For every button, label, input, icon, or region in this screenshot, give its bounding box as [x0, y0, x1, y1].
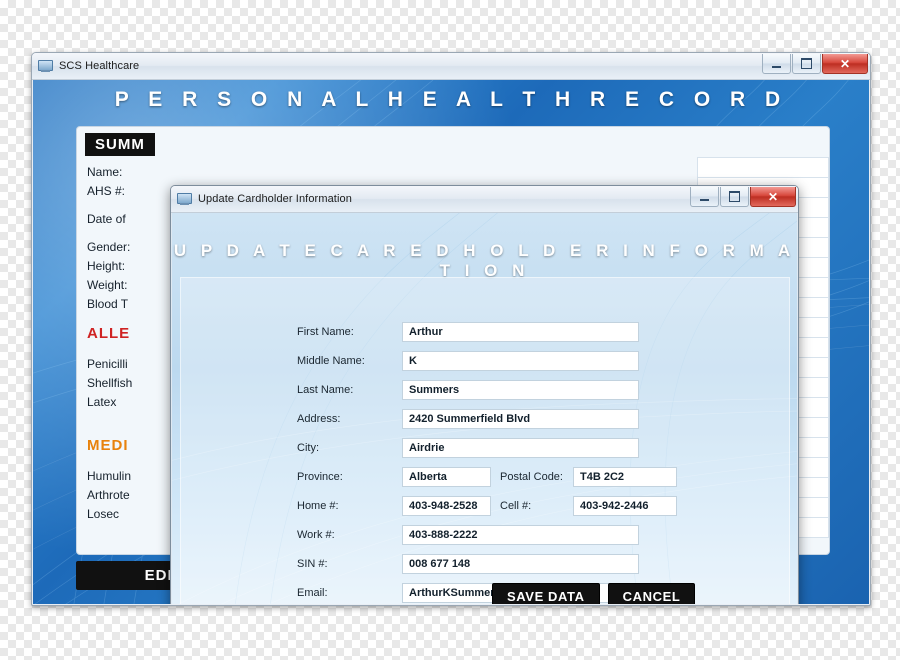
summary-field-name: Name: — [87, 165, 123, 179]
maximize-icon[interactable] — [720, 187, 749, 207]
cell-number-label: Cell #: — [500, 500, 532, 512]
dialog-action-bar: SAVE DATA CANCEL — [492, 583, 696, 604]
last-name-field[interactable]: Summers — [402, 380, 639, 400]
close-icon[interactable]: ✕ — [822, 54, 868, 74]
summary-field-gender: Gender: — [87, 240, 131, 254]
minimize-icon[interactable] — [762, 54, 791, 74]
section-header-summary: SUMM — [85, 133, 155, 156]
dialog-form-panel: First Name: Arthur Middle Name: K Last N… — [180, 277, 790, 604]
maximize-icon[interactable] — [792, 54, 821, 74]
main-application-window: SCS Healthcare ✕ P E R S O N A L H E A L… — [31, 52, 871, 606]
city-field[interactable]: Airdrie — [402, 438, 639, 458]
update-cardholder-dialog: Update Cardholder Information ✕ U P D A … — [170, 185, 799, 604]
app-window-icon — [177, 192, 192, 206]
dialog-heading: U P D A T E C A R E D H O L D E R I N F … — [173, 241, 796, 280]
cancel-button[interactable]: CANCEL — [607, 583, 696, 604]
form-row-address: Address: 2420 Summerfield Blvd — [297, 409, 639, 429]
cell-number-field[interactable]: 403-942-2446 — [573, 496, 677, 516]
city-label: City: — [297, 442, 319, 454]
dialog-title: Update Cardholder Information — [198, 193, 352, 205]
allergy-item-1: Penicilli — [87, 357, 128, 371]
home-number-field[interactable]: 403-948-2528 — [402, 496, 491, 516]
form-row-middle-name: Middle Name: K — [297, 351, 639, 371]
page-title: P E R S O N A L H E A L T H R E C O R D — [114, 88, 788, 111]
address-field[interactable]: 2420 Summerfield Blvd — [402, 409, 639, 429]
province-field[interactable]: Alberta — [402, 467, 491, 487]
form-row-province: Province: Alberta Postal Code: T4B 2C2 — [297, 467, 677, 487]
allergy-item-3: Latex — [87, 395, 117, 409]
main-window-controls: ✕ — [762, 54, 868, 74]
form-row-sin: SIN #: 008 677 148 — [297, 554, 639, 574]
medication-item-1: Humulin — [87, 469, 132, 483]
section-header-allergies: ALLE — [87, 325, 131, 342]
form-row-first-name: First Name: Arthur — [297, 322, 639, 342]
summary-field-dob: Date of — [87, 212, 126, 226]
summary-field-bloodtype: Blood T — [87, 297, 129, 311]
summary-field-ahs: AHS #: — [87, 184, 126, 198]
home-number-label: Home #: — [297, 500, 339, 512]
dialog-window-controls: ✕ — [690, 187, 796, 207]
form-row-city: City: Airdrie — [297, 438, 639, 458]
allergy-item-2: Shellfish — [87, 376, 133, 390]
close-icon[interactable]: ✕ — [750, 187, 796, 207]
form-row-last-name: Last Name: Summers — [297, 380, 639, 400]
sin-field[interactable]: 008 677 148 — [402, 554, 639, 574]
province-label: Province: — [297, 471, 343, 483]
dialog-titlebar[interactable]: Update Cardholder Information ✕ — [171, 186, 798, 213]
email-label: Email: — [297, 587, 328, 599]
form-row-work: Work #: 403-888-2222 — [297, 525, 639, 545]
work-number-label: Work #: — [297, 529, 335, 541]
form-row-home: Home #: 403-948-2528 Cell #: 403-942-244… — [297, 496, 677, 516]
table-row — [697, 157, 829, 178]
middle-name-field[interactable]: K — [402, 351, 639, 371]
first-name-label: First Name: — [297, 326, 354, 338]
last-name-label: Last Name: — [297, 384, 354, 396]
postal-code-label: Postal Code: — [500, 471, 563, 483]
minimize-icon[interactable] — [690, 187, 719, 207]
dialog-body: U P D A T E C A R E D H O L D E R I N F … — [172, 213, 797, 604]
main-window-titlebar[interactable]: SCS Healthcare ✕ — [32, 53, 870, 80]
section-header-medications: MEDI — [87, 437, 129, 454]
medication-item-2: Arthrote — [87, 488, 130, 502]
save-data-button[interactable]: SAVE DATA — [492, 583, 600, 604]
middle-name-label: Middle Name: — [297, 355, 365, 367]
app-window-icon — [38, 59, 53, 73]
summary-field-weight: Weight: — [87, 278, 128, 292]
main-window-title: SCS Healthcare — [59, 60, 140, 72]
first-name-field[interactable]: Arthur — [402, 322, 639, 342]
medication-item-3: Losec — [87, 507, 120, 521]
address-label: Address: — [297, 413, 341, 425]
sin-label: SIN #: — [297, 558, 328, 570]
phr-background: P E R S O N A L H E A L T H R E C O R D … — [33, 80, 869, 604]
summary-field-height: Height: — [87, 259, 126, 273]
postal-code-field[interactable]: T4B 2C2 — [573, 467, 677, 487]
work-number-field[interactable]: 403-888-2222 — [402, 525, 639, 545]
